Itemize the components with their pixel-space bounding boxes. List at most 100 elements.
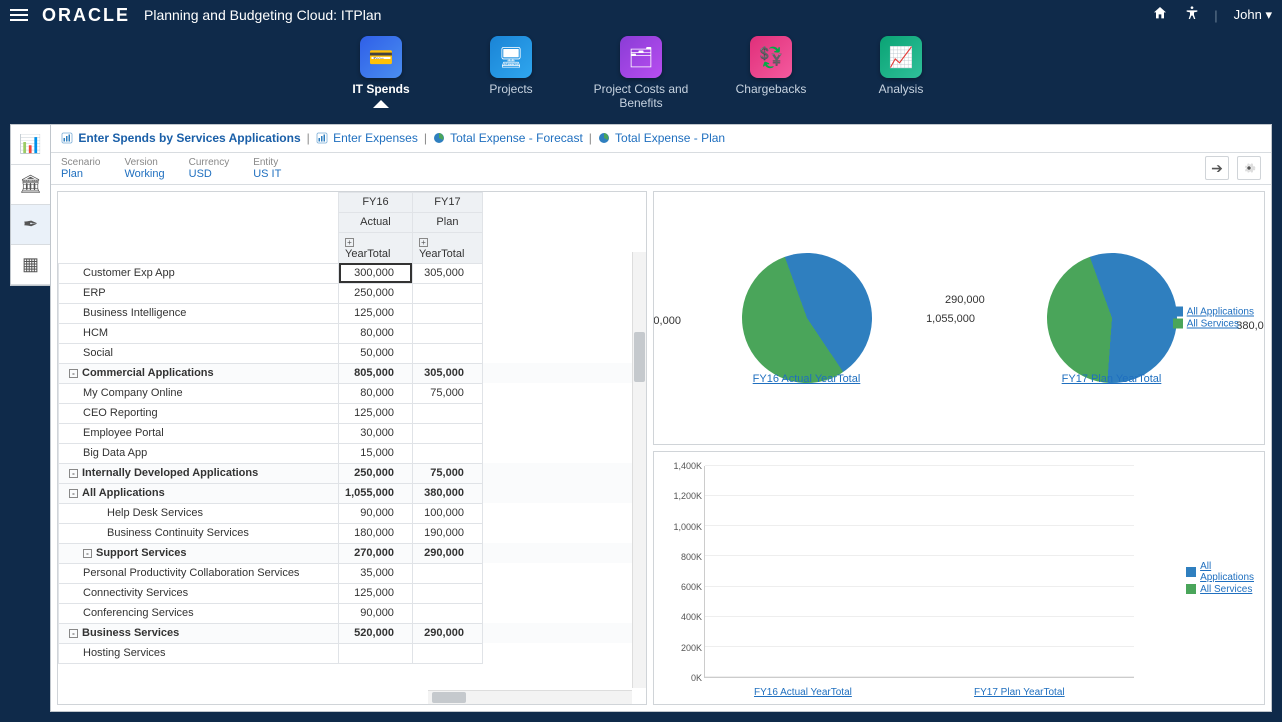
data-cell[interactable]: 520,000	[339, 623, 413, 643]
row-header[interactable]: -Commercial Applications	[59, 363, 339, 383]
row-header[interactable]: -Internally Developed Applications	[59, 463, 339, 483]
pov-value[interactable]: USD	[189, 168, 230, 180]
settings-icon[interactable]	[1237, 156, 1261, 180]
legend-item[interactable]: All Applications	[1187, 306, 1254, 317]
data-cell[interactable]	[412, 643, 482, 663]
pov-scenario[interactable]: ScenarioPlan	[61, 157, 100, 180]
table-row[interactable]: -Support Services270,000290,000	[59, 543, 646, 563]
data-cell[interactable]: 30,000	[339, 423, 413, 443]
pie-title[interactable]: FY16 Actual YearTotal	[654, 373, 959, 385]
data-cell[interactable]: 90,000	[339, 503, 413, 523]
bar-category-label[interactable]: FY16 Actual YearTotal	[754, 687, 852, 698]
data-cell[interactable]	[412, 283, 482, 303]
table-row[interactable]: My Company Online80,00075,000	[59, 383, 646, 403]
bar-category-label[interactable]: FY17 Plan YearTotal	[974, 687, 1065, 698]
user-menu[interactable]: John ▾	[1234, 7, 1272, 23]
tab-total-expense-plan[interactable]: Total Expense - Plan	[598, 131, 725, 146]
table-row[interactable]: Customer Exp App300,000305,000	[59, 263, 646, 283]
table-row[interactable]: Personal Productivity Collaboration Serv…	[59, 563, 646, 583]
row-header[interactable]: HCM	[59, 323, 339, 343]
expand-icon[interactable]: +	[345, 238, 354, 247]
data-cell[interactable]	[339, 643, 413, 663]
table-row[interactable]: -Commercial Applications805,000305,000	[59, 363, 646, 383]
table-row[interactable]: Business Intelligence125,000	[59, 303, 646, 323]
table-row[interactable]: -Internally Developed Applications250,00…	[59, 463, 646, 483]
data-cell[interactable]	[412, 563, 482, 583]
nav-it-spends[interactable]: 💳IT Spends	[331, 36, 431, 108]
horizontal-scrollbar[interactable]	[428, 690, 632, 704]
table-row[interactable]: HCM80,000	[59, 323, 646, 343]
row-header[interactable]: Business Intelligence	[59, 303, 339, 323]
row-header[interactable]: Employee Portal	[59, 423, 339, 443]
vertical-scrollbar[interactable]	[632, 252, 646, 688]
data-cell[interactable]: 305,000	[412, 263, 482, 283]
table-row[interactable]: Help Desk Services90,000100,000	[59, 503, 646, 523]
table-row[interactable]: Employee Portal30,000	[59, 423, 646, 443]
data-cell[interactable]: 180,000	[339, 523, 413, 543]
row-header[interactable]: ERP	[59, 283, 339, 303]
data-cell[interactable]	[412, 583, 482, 603]
data-cell[interactable]: 805,000	[339, 363, 413, 383]
pov-value[interactable]: US IT	[253, 168, 281, 180]
row-header[interactable]: My Company Online	[59, 383, 339, 403]
dashboard-view[interactable]: 📊	[11, 125, 50, 165]
nav-projects[interactable]: 🖥Projects	[461, 36, 561, 96]
table-row[interactable]: Big Data App15,000	[59, 443, 646, 463]
data-cell[interactable]: 125,000	[339, 403, 413, 423]
data-cell[interactable]: 80,000	[339, 383, 413, 403]
tab-enter-spends-by-services-applications[interactable]: Enter Spends by Services Applications	[61, 131, 301, 146]
data-grid[interactable]: FY16FY17ActualPlan+ YearTotal+ YearTotal…	[58, 192, 646, 664]
data-cell[interactable]	[412, 443, 482, 463]
row-header[interactable]: Social	[59, 343, 339, 363]
data-cell[interactable]: 90,000	[339, 603, 413, 623]
table-row[interactable]: Hosting Services	[59, 643, 646, 663]
row-header[interactable]: Customer Exp App	[59, 263, 339, 283]
table-row[interactable]: ERP250,000	[59, 283, 646, 303]
pov-entity[interactable]: EntityUS IT	[253, 157, 281, 180]
data-cell[interactable]: 15,000	[339, 443, 413, 463]
data-cell[interactable]	[412, 603, 482, 623]
data-cell[interactable]: 125,000	[339, 583, 413, 603]
row-header[interactable]: Help Desk Services	[59, 503, 339, 523]
row-header[interactable]: CEO Reporting	[59, 403, 339, 423]
collapse-icon[interactable]: -	[69, 469, 78, 478]
data-cell[interactable]: 75,000	[412, 463, 482, 483]
collapse-icon[interactable]: -	[83, 549, 92, 558]
data-cell[interactable]	[412, 403, 482, 423]
legend-item[interactable]: All Services	[1187, 318, 1239, 329]
data-cell[interactable]: 80,000	[339, 323, 413, 343]
data-cell[interactable]	[412, 343, 482, 363]
pov-currency[interactable]: CurrencyUSD	[189, 157, 230, 180]
data-cell[interactable]: 35,000	[339, 563, 413, 583]
data-entry-view[interactable]: ✒	[11, 205, 50, 245]
table-row[interactable]: Connectivity Services125,000	[59, 583, 646, 603]
data-cell[interactable]: 300,000	[339, 263, 413, 283]
tab-enter-expenses[interactable]: Enter Expenses	[316, 131, 418, 146]
data-cell[interactable]: 380,000	[412, 483, 482, 503]
data-cell[interactable]	[412, 423, 482, 443]
data-cell[interactable]: 100,000	[412, 503, 482, 523]
data-cell[interactable]: 250,000	[339, 463, 413, 483]
table-row[interactable]: Conferencing Services90,000	[59, 603, 646, 623]
row-header[interactable]: Big Data App	[59, 443, 339, 463]
nav-project-costs-and-benefits[interactable]: 🗂Project Costs and Benefits	[591, 36, 691, 110]
go-button[interactable]: ➔	[1205, 156, 1229, 180]
row-header[interactable]: Conferencing Services	[59, 603, 339, 623]
nav-analysis[interactable]: 📈Analysis	[851, 36, 951, 96]
row-header[interactable]: -All Applications	[59, 483, 339, 503]
finance-view[interactable]: 🏛	[11, 165, 50, 205]
expand-icon[interactable]: +	[419, 238, 428, 247]
home-icon[interactable]	[1148, 5, 1172, 26]
collapse-icon[interactable]: -	[69, 369, 78, 378]
row-header[interactable]: Business Continuity Services	[59, 523, 339, 543]
accessibility-icon[interactable]	[1180, 5, 1204, 26]
pov-value[interactable]: Plan	[61, 168, 100, 180]
data-cell[interactable]	[412, 303, 482, 323]
data-cell[interactable]: 305,000	[412, 363, 482, 383]
data-cell[interactable]	[412, 323, 482, 343]
row-header[interactable]: Hosting Services	[59, 643, 339, 663]
data-cell[interactable]: 75,000	[412, 383, 482, 403]
data-cell[interactable]: 290,000	[412, 623, 482, 643]
row-header[interactable]: -Support Services	[59, 543, 339, 563]
table-row[interactable]: -All Applications1,055,000380,000	[59, 483, 646, 503]
